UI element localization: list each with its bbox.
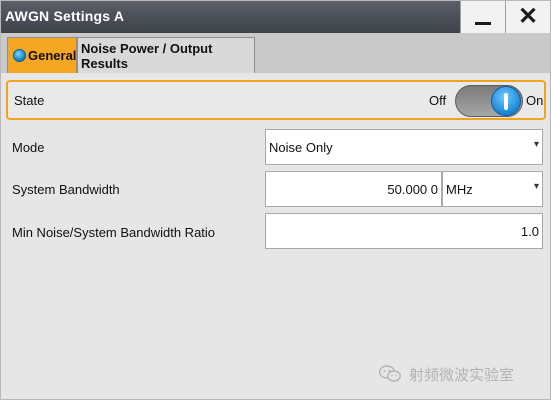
state-on-label: On <box>526 93 544 108</box>
system-bandwidth-input[interactable]: 50.000 0 <box>265 171 442 207</box>
ratio-label: Min Noise/System Bandwidth Ratio <box>12 225 216 240</box>
title-bar: AWGN Settings A ✕ <box>1 1 550 33</box>
awgn-settings-window: AWGN Settings A ✕ General Noise Power / … <box>0 0 551 400</box>
system-bandwidth-value: 50.000 0 <box>387 182 438 197</box>
info-dot-icon <box>13 49 26 62</box>
close-icon: ✕ <box>517 3 539 30</box>
state-off-label: Off <box>429 93 447 108</box>
minimize-button[interactable] <box>460 1 505 33</box>
toggle-knob-icon <box>491 86 521 116</box>
state-toggle[interactable] <box>455 85 523 117</box>
mode-value: Noise Only <box>269 140 333 155</box>
mode-label: Mode <box>12 140 45 155</box>
tab-strip: General Noise Power / Output Results <box>1 33 550 73</box>
chevron-down-icon: ▾ <box>533 139 539 150</box>
bandwidth-unit-value: MHz <box>446 182 473 197</box>
tab-noise-power-output-results[interactable]: Noise Power / Output Results <box>77 37 255 73</box>
tab-general[interactable]: General <box>7 37 77 73</box>
close-button[interactable]: ✕ <box>505 1 550 33</box>
window-title: AWGN Settings A <box>5 8 125 24</box>
state-row: State Off On <box>6 80 546 120</box>
watermark: 射频微波实验室 <box>379 361 514 387</box>
ratio-value: 1.0 <box>520 224 539 239</box>
system-bandwidth-label: System Bandwidth <box>12 182 120 197</box>
state-label: State <box>14 93 45 108</box>
tab-noise-label: Noise Power / Output Results <box>81 40 213 71</box>
bandwidth-unit-select[interactable]: MHz ▾ <box>442 171 543 207</box>
wechat-icon <box>379 365 401 382</box>
mode-select[interactable]: Noise Only ▾ <box>265 129 543 165</box>
ratio-input[interactable]: 1.0 <box>265 213 543 249</box>
chevron-down-icon: ▾ <box>533 181 539 192</box>
watermark-text: 射频微波实验室 <box>409 366 515 384</box>
minimize-icon <box>475 21 491 25</box>
tab-general-label: General <box>28 48 77 63</box>
